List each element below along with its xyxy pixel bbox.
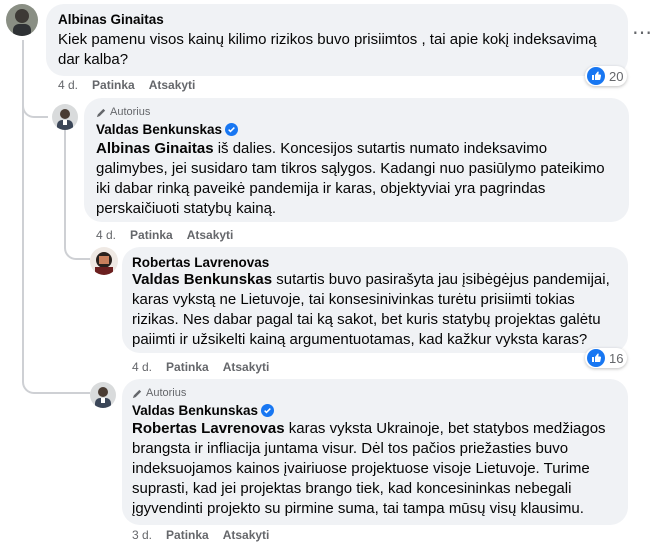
reaction-count: 16 [609,350,624,366]
author-badge: Autorius [96,106,150,118]
thread-connector [64,232,90,260]
reply-button[interactable]: Atsakyti [187,228,234,242]
reply-button[interactable]: Atsakyti [223,360,270,374]
comment-meta: 4 d. Patinka Atsakyti [58,78,195,92]
comment-author[interactable]: Robertas Lavrenovas [132,255,269,270]
comment-bubble: Robertas Lavrenovas Valdas Benkunskas su… [122,247,628,353]
comment-text: Albinas Ginaitas iš dalies. Koncesijos s… [96,140,605,217]
comment-meta: 3 d. Patinka Atsakyti [132,528,269,542]
comment-author[interactable]: Valdas Benkunskas [132,403,275,418]
thread-line [64,130,66,240]
like-button[interactable]: Patinka [130,228,173,242]
comment-text: Kiek pamenu visos kainų kilimo rizikos b… [58,31,597,68]
reply-button[interactable]: Atsakyti [223,528,270,542]
reaction-count: 20 [609,68,624,84]
thread-connector [22,90,48,118]
comment-text: Robertas Lavrenovas karas vyksta Ukraino… [132,420,606,517]
mention-link[interactable]: Valdas Benkunskas [132,271,272,288]
avatar[interactable] [52,104,78,130]
like-button[interactable]: Patinka [92,78,135,92]
more-options-icon[interactable]: ⋯ [632,20,651,45]
avatar[interactable] [6,4,38,36]
pencil-icon [96,108,106,117]
comment-text: Valdas Benkunskas sutartis buvo pasirašy… [132,271,610,348]
comment-time[interactable]: 4 d. [96,228,116,242]
verified-icon [261,404,275,417]
like-button[interactable]: Patinka [166,360,209,374]
reply-button[interactable]: Atsakyti [149,78,196,92]
mention-link[interactable]: Robertas Lavrenovas [132,420,285,437]
comment-bubble: Autorius Valdas Benkunskas Albinas Ginai… [84,98,629,222]
thread-connector [22,356,90,394]
comment-time[interactable]: 4 d. [132,360,152,374]
pencil-icon [132,389,142,398]
mention-link[interactable]: Albinas Ginaitas [96,140,214,157]
comment-bubble: Albinas Ginaitas Kiek pamenu visos kainų… [46,4,628,76]
verified-icon [225,123,239,136]
reaction-summary[interactable]: 16 [585,348,628,368]
comment-time[interactable]: 4 d. [58,78,78,92]
like-icon [587,349,605,367]
reaction-summary[interactable]: 20 [585,66,628,86]
like-button[interactable]: Patinka [166,528,209,542]
comment-meta: 4 d. Patinka Atsakyti [132,360,269,374]
comment-author[interactable]: Albinas Ginaitas [58,12,164,27]
avatar[interactable] [90,247,118,275]
comment-time[interactable]: 3 d. [132,528,152,542]
comment-meta: 4 d. Patinka Atsakyti [96,228,233,242]
like-icon [587,67,605,85]
comment-bubble: Autorius Valdas Benkunskas Robertas Lavr… [122,379,628,525]
avatar[interactable] [90,382,116,408]
author-badge: Autorius [132,387,186,399]
comment-author[interactable]: Valdas Benkunskas [96,122,239,137]
